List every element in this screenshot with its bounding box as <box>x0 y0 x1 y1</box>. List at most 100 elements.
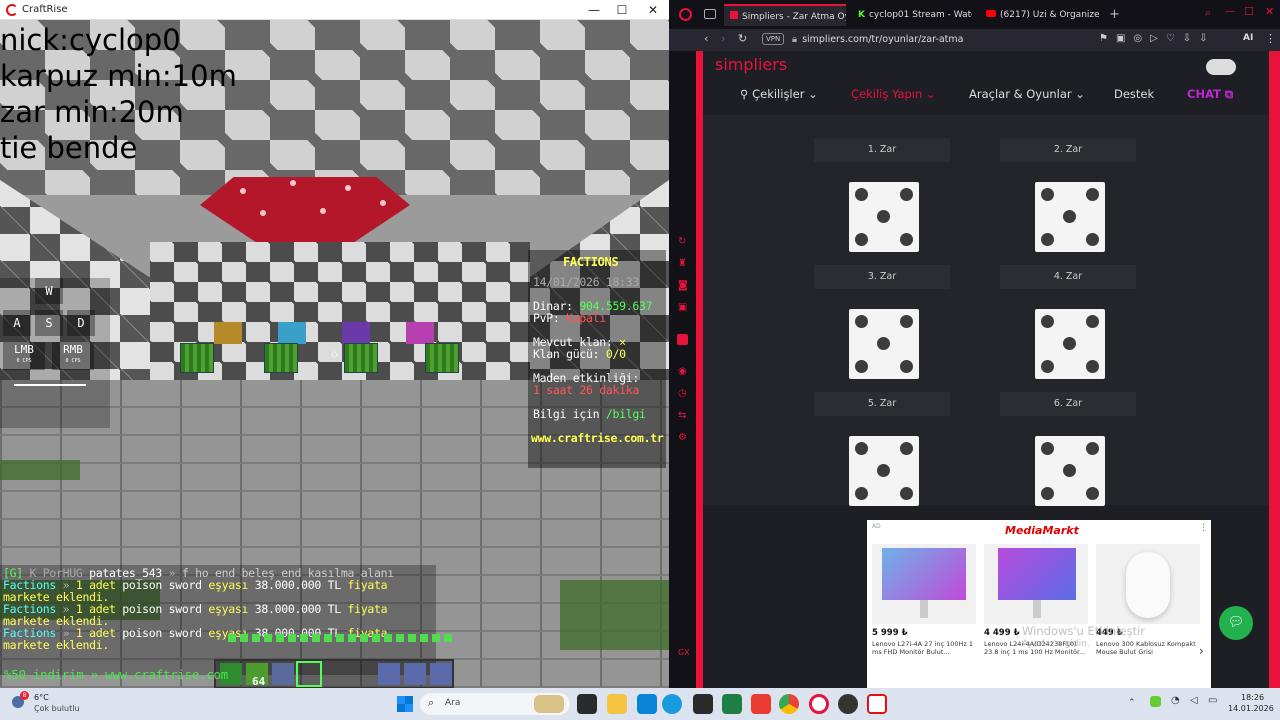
clock-time[interactable]: 18:26 <box>1241 693 1264 702</box>
ore-block <box>278 322 306 344</box>
ai-button[interactable]: AI <box>1243 33 1253 43</box>
minimize-button[interactable]: — <box>579 0 609 20</box>
dice-label: 2. Zar <box>1000 138 1136 162</box>
search-icon[interactable]: ⌕ <box>1205 6 1211 20</box>
gx-icon[interactable]: GX <box>678 648 690 657</box>
nav-destek[interactable]: Destek <box>1114 87 1154 101</box>
chat-item: poison sword <box>122 626 202 640</box>
ore-block <box>214 322 242 344</box>
theme-toggle[interactable] <box>1206 59 1236 75</box>
sidebar-icon[interactable]: ⇆ <box>678 410 686 421</box>
taskbar-search[interactable]: ⌕ Ara <box>420 693 570 715</box>
note-line: nick:cyclop0 <box>0 23 181 57</box>
tray-app-icon[interactable] <box>1150 696 1161 707</box>
ad-next-icon[interactable]: › <box>1199 644 1204 658</box>
hotbar-slot[interactable] <box>404 663 426 685</box>
reload-icon[interactable]: ↻ <box>738 32 747 45</box>
hotbar-selected-slot[interactable] <box>296 661 322 687</box>
hotbar[interactable]: 64 <box>214 659 454 688</box>
sidebar-icon[interactable]: ◉ <box>678 366 687 377</box>
settings-icon[interactable]: ⚙ <box>678 432 687 443</box>
die-6[interactable] <box>1035 436 1105 506</box>
tab-simpliers[interactable]: Simpliers - Zar Atma Oyun <box>724 4 846 26</box>
search-icon: ⚲ <box>740 87 753 101</box>
close-button[interactable]: ✕ <box>638 0 668 20</box>
weather-desc: Çok bulutlu <box>34 704 80 713</box>
edge-icon[interactable] <box>662 694 682 714</box>
melon-block[interactable] <box>344 343 378 373</box>
wifi-icon[interactable]: ◔ <box>1171 695 1180 706</box>
minimize-icon[interactable]: — <box>1225 6 1235 17</box>
sidebar-icon[interactable]: ↻ <box>678 236 686 247</box>
ad-product[interactable]: 5 999 ₺ Lenovo L27i-4A 27 inç 100Hz 1 ms… <box>872 544 976 656</box>
close-icon[interactable]: ✕ <box>1265 5 1274 18</box>
twitch-icon[interactable] <box>677 334 688 345</box>
craftrise-taskbar-icon[interactable] <box>867 694 887 714</box>
nav-araclar-oyunlar[interactable]: Araçlar & Oyunlar ⌄ <box>969 87 1085 101</box>
store-icon[interactable] <box>637 694 657 714</box>
menu-icon[interactable]: ⋮ <box>1265 32 1276 45</box>
note-line: karpuz min:10m <box>0 59 237 93</box>
chrome-icon[interactable] <box>779 694 799 714</box>
sidebar-icon[interactable]: ▣ <box>678 302 687 313</box>
tab-label: (6217) Uzi & Organize <box>1000 10 1100 20</box>
url-field[interactable]: 🔒︎ simpliers.com/tr/oyunlar/zar-atma <box>792 32 1122 48</box>
melon-block[interactable] <box>425 343 459 373</box>
die-5[interactable] <box>849 436 919 506</box>
sidebar-icon[interactable]: ♜ <box>678 258 687 269</box>
dice-label: 5. Zar <box>814 392 950 416</box>
site-logo[interactable]: simpliers <box>715 55 787 74</box>
game-viewport[interactable]: ◇ nick:cyclop0 karpuz min:10m zar min:20… <box>0 20 669 688</box>
chat-bubble-icon[interactable]: 💬︎ <box>1219 606 1253 640</box>
promo-text: %50 indirim » www.craftrise.com <box>4 667 228 682</box>
hotbar-slot[interactable] <box>430 663 452 685</box>
ad-banner[interactable]: AD MediaMarkt ⋮ 5 999 ₺ Lenovo L27i-4A 2… <box>867 520 1211 688</box>
forward-icon[interactable]: › <box>721 32 725 45</box>
ad-menu-icon[interactable]: ⋮ <box>1199 523 1208 533</box>
maximize-button[interactable]: ☐ <box>607 0 637 20</box>
die-1[interactable] <box>849 182 919 252</box>
chat-item: poison sword <box>122 578 202 592</box>
excel-icon[interactable] <box>722 694 742 714</box>
die-2[interactable] <box>1035 182 1105 252</box>
nav-cekilisler[interactable]: ⚲ Çekilişler ⌄ <box>740 87 818 101</box>
rmb-cps: 0 CPS <box>65 358 81 364</box>
nav-chat[interactable]: CHAT ⧉ <box>1187 87 1233 102</box>
tab-island-icon[interactable] <box>704 9 716 19</box>
melon-block[interactable] <box>264 343 298 373</box>
die-3[interactable] <box>849 309 919 379</box>
hotbar-slot[interactable] <box>272 663 294 685</box>
obs-icon[interactable] <box>838 694 858 714</box>
sidebar-icon[interactable]: ◙ <box>678 280 688 291</box>
red-dot <box>290 180 296 186</box>
nav-cekilis-yapin[interactable]: Çekiliş Yapın ⌄ <box>851 87 936 101</box>
history-icon[interactable]: ◷ <box>678 388 687 399</box>
back-icon[interactable]: ‹ <box>704 32 708 45</box>
tab-kick[interactable]: Kcyclop01 Stream - Watch <box>854 4 972 26</box>
maximize-icon[interactable]: ☐ <box>1244 5 1254 18</box>
speaker-icon[interactable]: ◁ <box>1190 695 1198 706</box>
opera-logo-icon[interactable] <box>679 8 692 21</box>
battery-icon[interactable]: ▭ <box>1208 695 1217 706</box>
task-view-icon[interactable] <box>577 694 597 714</box>
tab-youtube[interactable]: (6217) Uzi & Organize <box>982 4 1102 26</box>
craftrise-titlebar[interactable]: CraftRise — ☐ ✕ <box>0 0 669 20</box>
vpn-badge[interactable]: VPN <box>762 33 785 45</box>
key-s: S <box>35 310 63 336</box>
address-bar: ‹ › ↻ VPN 🔒︎ simpliers.com/tr/oyunlar/zar… <box>669 29 1280 51</box>
app-icon[interactable] <box>693 694 713 714</box>
tray-chevron-icon[interactable]: ⌃ <box>1128 698 1136 708</box>
opera-gx-icon[interactable] <box>809 694 829 714</box>
file-explorer-icon[interactable] <box>607 694 627 714</box>
ad-product[interactable]: 449 ₺ Lenovo 300 Kablosuz Kompakt Mouse … <box>1096 544 1200 656</box>
toolbar-icons[interactable]: ⚑▣◎▷♡⇩⇩ <box>1099 33 1216 44</box>
yandex-icon[interactable] <box>751 694 771 714</box>
hotbar-slot[interactable] <box>378 663 400 685</box>
note-line: tie bende <box>0 131 138 165</box>
clock-date[interactable]: 14.01.2026 <box>1228 704 1274 713</box>
melon-block[interactable] <box>180 343 214 373</box>
new-tab-button[interactable]: + <box>1109 7 1120 22</box>
windows-start-icon[interactable] <box>397 696 413 712</box>
die-4[interactable] <box>1035 309 1105 379</box>
red-dot <box>380 200 386 206</box>
